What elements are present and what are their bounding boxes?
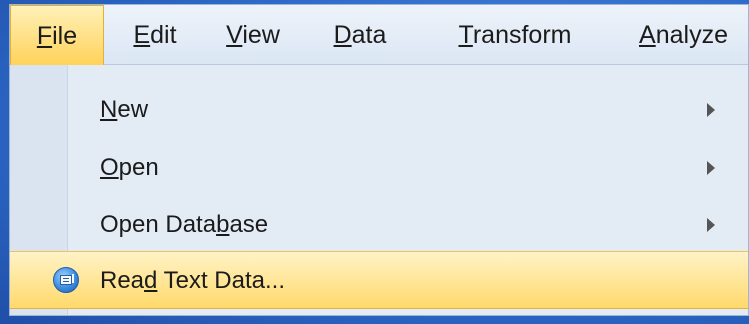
menu-transform[interactable]: Transform — [430, 5, 600, 65]
menu-bar: File Edit View Data Transform Analyze — [10, 5, 748, 65]
menu-data[interactable]: Data — [319, 5, 401, 65]
menu-transform-label: ransform — [472, 21, 572, 49]
menu-transform-mnemonic: T — [458, 21, 473, 49]
file-menu-dropdown: New Open Open Database Read Text Data... — [10, 65, 748, 315]
menu-item-open-database[interactable]: Open Database — [10, 196, 748, 254]
menu-item-new[interactable]: New — [10, 81, 748, 139]
menu-view[interactable]: View — [209, 5, 297, 65]
menu-file-mnemonic: F — [36, 22, 53, 50]
submenu-arrow-icon — [707, 218, 715, 232]
menu-item-open[interactable]: Open — [10, 139, 748, 197]
menu-edit-mnemonic: E — [133, 21, 151, 49]
menu-analyze-label: nalyze — [655, 21, 728, 49]
read-text-data-icon — [53, 267, 79, 293]
menu-item-read-text-data-label: Read Text Data... — [100, 267, 286, 294]
menu-analyze[interactable]: Analyze — [619, 5, 748, 65]
menu-file-label: ile — [52, 22, 78, 50]
menu-item-read-text-data[interactable]: Read Text Data... — [10, 251, 748, 309]
menu-item-open-label: Open — [100, 154, 159, 181]
submenu-arrow-icon — [707, 161, 715, 175]
menu-edit-label: dit — [150, 21, 177, 49]
menu-view-mnemonic: V — [226, 21, 243, 49]
submenu-arrow-icon — [707, 103, 715, 117]
menu-analyze-mnemonic: A — [639, 21, 656, 49]
menu-data-label: ata — [351, 21, 387, 49]
menu-item-new-label: New — [100, 96, 149, 123]
application-window: File Edit View Data Transform Analyze Ne… — [9, 4, 749, 316]
menu-file[interactable]: File — [10, 5, 104, 65]
menu-edit[interactable]: Edit — [118, 5, 192, 65]
menu-item-open-database-label: Open Database — [100, 211, 269, 238]
menu-view-label: iew — [242, 21, 280, 49]
menu-data-mnemonic: D — [333, 21, 352, 49]
